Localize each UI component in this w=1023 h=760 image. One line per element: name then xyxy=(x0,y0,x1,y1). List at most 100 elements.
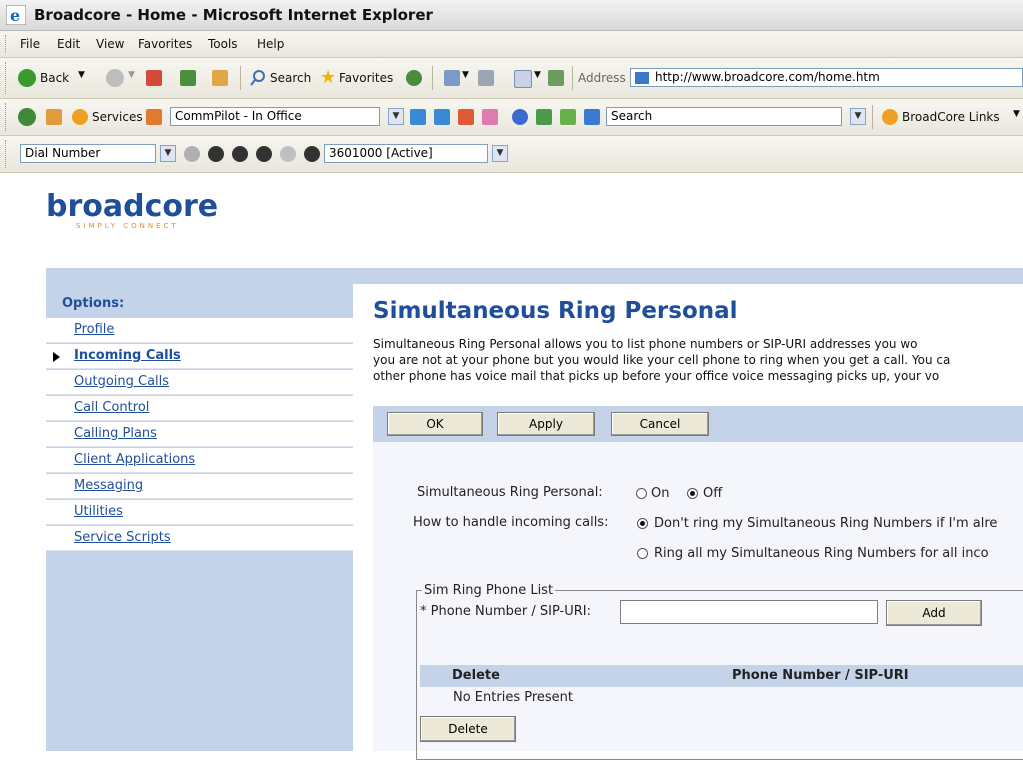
sidebar-item-messaging[interactable]: Messaging xyxy=(46,474,353,499)
services-icon[interactable] xyxy=(72,109,88,125)
conference-icon[interactable] xyxy=(256,146,272,162)
sidebar-link[interactable]: Service Scripts xyxy=(74,530,171,545)
edit-dropdown-icon[interactable]: ▼ xyxy=(534,70,541,80)
sim-ring-off-radio[interactable] xyxy=(687,488,698,499)
sim-ring-on-radio[interactable] xyxy=(636,488,647,499)
sidebar-item-service-scripts[interactable]: Service Scripts xyxy=(46,526,353,551)
commpilot-settings-icon[interactable] xyxy=(46,109,62,125)
back-arrow-icon[interactable] xyxy=(18,69,36,87)
mail-dropdown-icon[interactable]: ▼ xyxy=(462,70,469,80)
handle-option-1-radio[interactable] xyxy=(637,518,648,529)
svg-text:e: e xyxy=(10,6,20,25)
menu-edit[interactable]: Edit xyxy=(57,37,80,51)
chevron-down-icon[interactable]: ▼ xyxy=(492,145,508,162)
sidebar-item-client-applications[interactable]: Client Applications xyxy=(46,448,353,473)
delete-button[interactable]: Delete xyxy=(420,716,516,742)
sidebar-link[interactable]: Messaging xyxy=(74,478,143,493)
handle-option-1-label: Don't ring my Simultaneous Ring Numbers … xyxy=(654,516,998,531)
dial-number-select[interactable]: Dial Number xyxy=(20,144,156,163)
toolbar-grip[interactable] xyxy=(5,35,8,53)
logo-text: broadcore xyxy=(46,189,219,224)
commpilot-toolbar: Services CommPilot - In Office ▼ Search … xyxy=(0,99,1023,136)
commpilot-power-icon[interactable] xyxy=(18,108,36,126)
chevron-down-icon[interactable]: ▼ xyxy=(850,108,866,125)
remote-office-icon[interactable] xyxy=(482,109,498,125)
hangup-icon[interactable] xyxy=(304,146,320,162)
services-button[interactable]: Services xyxy=(92,110,143,124)
line-select[interactable]: 3601000 [Active] xyxy=(324,144,488,163)
column-header-delete: Delete xyxy=(452,668,500,683)
web-icon[interactable] xyxy=(512,109,528,125)
call-icon[interactable] xyxy=(410,109,426,125)
chevron-down-icon[interactable]: ▼ xyxy=(160,145,176,162)
toolbar-grip[interactable] xyxy=(5,140,8,168)
sidebar-item-outgoing-calls[interactable]: Outgoing Calls xyxy=(46,370,353,395)
toolbar-grip[interactable] xyxy=(5,103,8,131)
handle-option-2-radio[interactable] xyxy=(637,548,648,559)
group-icon[interactable] xyxy=(584,109,600,125)
mail-icon[interactable] xyxy=(444,70,460,86)
transfer-icon[interactable] xyxy=(232,146,248,162)
call-forward-icon[interactable] xyxy=(434,109,450,125)
toolbar-separator xyxy=(872,105,873,129)
sidebar-link[interactable]: Incoming Calls xyxy=(74,348,181,363)
sidebar-link[interactable]: Profile xyxy=(74,322,114,337)
profile-icon[interactable] xyxy=(146,109,162,125)
sidebar-item-call-control[interactable]: Call Control xyxy=(46,396,353,421)
refresh-icon[interactable] xyxy=(180,70,196,86)
broadcore-links-icon[interactable] xyxy=(882,109,898,125)
sidebar-link[interactable]: Outgoing Calls xyxy=(74,374,169,389)
contacts-icon[interactable] xyxy=(560,109,576,125)
chevron-down-icon[interactable]: ▼ xyxy=(388,108,404,125)
address-input[interactable]: http://www.broadcore.com/home.htm xyxy=(655,70,880,84)
sidebar-link[interactable]: Client Applications xyxy=(74,452,195,467)
toolbar-search-value: Search xyxy=(611,109,653,123)
sidebar-item-profile[interactable]: Profile xyxy=(46,318,353,343)
menu-tools[interactable]: Tools xyxy=(208,37,238,51)
cancel-button[interactable]: Cancel xyxy=(611,412,709,436)
toolbar-grip[interactable] xyxy=(5,62,8,94)
menu-file[interactable]: File xyxy=(20,37,40,51)
toolbar-search-select[interactable]: Search xyxy=(606,107,842,126)
navigation-toolbar: Back ▼ ▼ Search ★ Favorites ▼ ▼ Address … xyxy=(0,58,1023,99)
apply-button[interactable]: Apply xyxy=(497,412,595,436)
menu-favorites[interactable]: Favorites xyxy=(138,37,192,51)
menu-view[interactable]: View xyxy=(96,37,124,51)
sidebar-item-utilities[interactable]: Utilities xyxy=(46,500,353,525)
keypad-icon[interactable] xyxy=(280,146,296,162)
phone-number-input[interactable] xyxy=(620,600,878,624)
favorites-button[interactable]: Favorites xyxy=(339,71,393,85)
ok-button[interactable]: OK xyxy=(387,412,483,436)
profile-select[interactable]: CommPilot - In Office xyxy=(170,107,380,126)
sidebar-link[interactable]: Calling Plans xyxy=(74,426,157,441)
history-icon[interactable] xyxy=(406,70,422,86)
back-dropdown-icon[interactable]: ▼ xyxy=(78,70,85,80)
sidebar-link[interactable]: Call Control xyxy=(74,400,149,415)
menu-help[interactable]: Help xyxy=(257,37,284,51)
messenger-icon[interactable] xyxy=(548,70,564,86)
toolbar-separator xyxy=(240,66,241,90)
search-button[interactable]: Search xyxy=(270,71,311,85)
do-not-disturb-icon[interactable] xyxy=(458,109,474,125)
sidebar-item-incoming-calls[interactable]: Incoming Calls xyxy=(46,344,353,369)
broadcore-links-button[interactable]: BroadCore Links xyxy=(902,110,1000,124)
stop-icon[interactable] xyxy=(146,70,162,86)
sidebar-item-calling-plans[interactable]: Calling Plans xyxy=(46,422,353,447)
hold-icon[interactable] xyxy=(208,146,224,162)
home-icon[interactable] xyxy=(212,70,228,86)
add-button[interactable]: Add xyxy=(886,600,982,626)
directory-icon[interactable] xyxy=(536,109,552,125)
forward-dropdown-icon[interactable]: ▼ xyxy=(128,70,135,80)
sidebar-link[interactable]: Utilities xyxy=(74,504,123,519)
print-icon[interactable] xyxy=(478,70,494,86)
word-edit-icon[interactable] xyxy=(514,70,532,88)
options-label: Options: xyxy=(62,296,125,311)
search-icon[interactable] xyxy=(250,70,266,86)
address-bar[interactable]: http://www.broadcore.com/home.htm xyxy=(630,68,1023,87)
dial-icon[interactable] xyxy=(184,146,200,162)
favorites-star-icon[interactable]: ★ xyxy=(320,67,336,88)
back-button[interactable]: Back xyxy=(40,71,69,85)
links-dropdown-icon[interactable]: ▼ xyxy=(1013,109,1020,119)
forward-arrow-icon[interactable] xyxy=(106,69,124,87)
empty-table-text: No Entries Present xyxy=(453,690,573,705)
